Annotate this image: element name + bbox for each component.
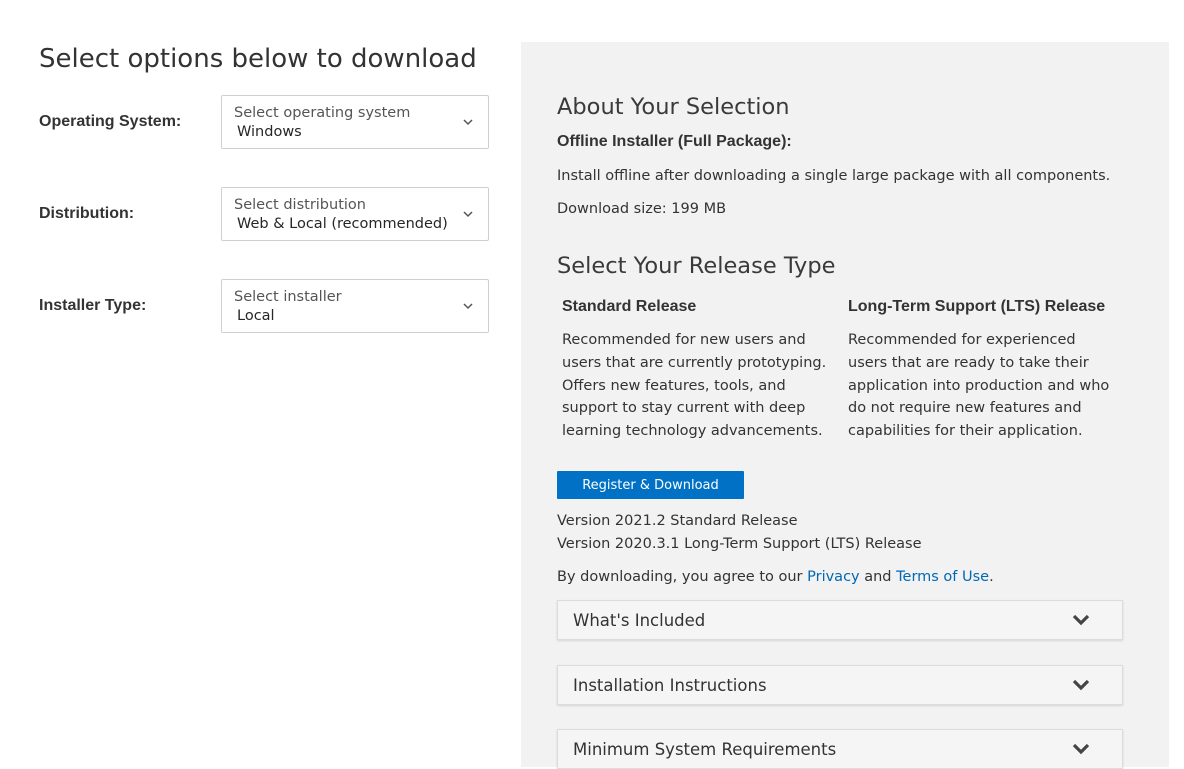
download-options-panel: Select options below to download Operati… xyxy=(0,0,520,767)
standard-release-description: Recommended for new users and users that… xyxy=(562,332,827,440)
distribution-label: Distribution: xyxy=(39,205,135,222)
chevron-down-icon xyxy=(463,211,473,218)
os-value: Windows xyxy=(237,124,302,140)
accordion-installation-instructions[interactable]: Installation Instructions xyxy=(557,665,1123,705)
register-download-button[interactable]: Register & Download xyxy=(557,471,744,499)
installer-select[interactable]: Select installer Local xyxy=(221,279,489,333)
chevron-down-icon xyxy=(463,303,473,310)
release-title: Select Your Release Type xyxy=(557,253,836,279)
agreement-suffix: . xyxy=(989,569,994,585)
accordion-label: Installation Instructions xyxy=(573,676,767,695)
os-label: Operating System: xyxy=(39,113,182,130)
distribution-field: Distribution: Select distribution Web & … xyxy=(39,187,499,243)
installer-field: Installer Type: Select installer Local xyxy=(39,279,499,335)
standard-release-title: Standard Release xyxy=(562,298,697,315)
about-title: About Your Selection xyxy=(557,94,790,120)
installer-label: Installer Type: xyxy=(39,297,147,314)
installer-placeholder: Select installer xyxy=(234,289,342,305)
about-description: Install offline after downloading a sing… xyxy=(557,168,1111,184)
chevron-down-icon xyxy=(1072,743,1090,755)
distribution-select[interactable]: Select distribution Web & Local (recomme… xyxy=(221,187,489,241)
accordion-label: What's Included xyxy=(573,611,706,630)
lts-release-title: Long-Term Support (LTS) Release xyxy=(848,298,1106,315)
os-select[interactable]: Select operating system Windows xyxy=(221,95,489,149)
about-subtitle: Offline Installer (Full Package): xyxy=(557,133,792,150)
chevron-down-icon xyxy=(463,119,473,126)
accordion-label: Minimum System Requirements xyxy=(573,740,837,759)
os-field: Operating System: Select operating syste… xyxy=(39,95,499,151)
installer-value: Local xyxy=(237,308,275,324)
distribution-placeholder: Select distribution xyxy=(234,197,366,213)
lts-release-description: Recommended for experienced users that a… xyxy=(848,332,1110,440)
agreement-prefix: By downloading, you agree to our xyxy=(557,569,808,585)
distribution-value: Web & Local (recommended) xyxy=(237,216,448,232)
version-lts: Version 2020.3.1 Long-Term Support (LTS)… xyxy=(557,536,922,552)
os-placeholder: Select operating system xyxy=(234,105,411,121)
chevron-down-icon xyxy=(1072,679,1090,691)
agreement-text: By downloading, you agree to our Privacy… xyxy=(557,569,994,585)
accordion-whats-included[interactable]: What's Included xyxy=(557,600,1123,640)
selection-summary-panel: About Your Selection Offline Installer (… xyxy=(521,42,1169,769)
version-standard: Version 2021.2 Standard Release xyxy=(557,513,798,529)
download-size: Download size: 199 MB xyxy=(557,201,727,217)
terms-of-use-link[interactable]: Terms of Use xyxy=(896,569,989,585)
accordion-minimum-system-requirements[interactable]: Minimum System Requirements xyxy=(557,729,1123,769)
agreement-and: and xyxy=(859,569,897,585)
privacy-link[interactable]: Privacy xyxy=(807,569,860,585)
chevron-down-icon xyxy=(1072,614,1090,626)
page-title: Select options below to download xyxy=(39,44,477,74)
